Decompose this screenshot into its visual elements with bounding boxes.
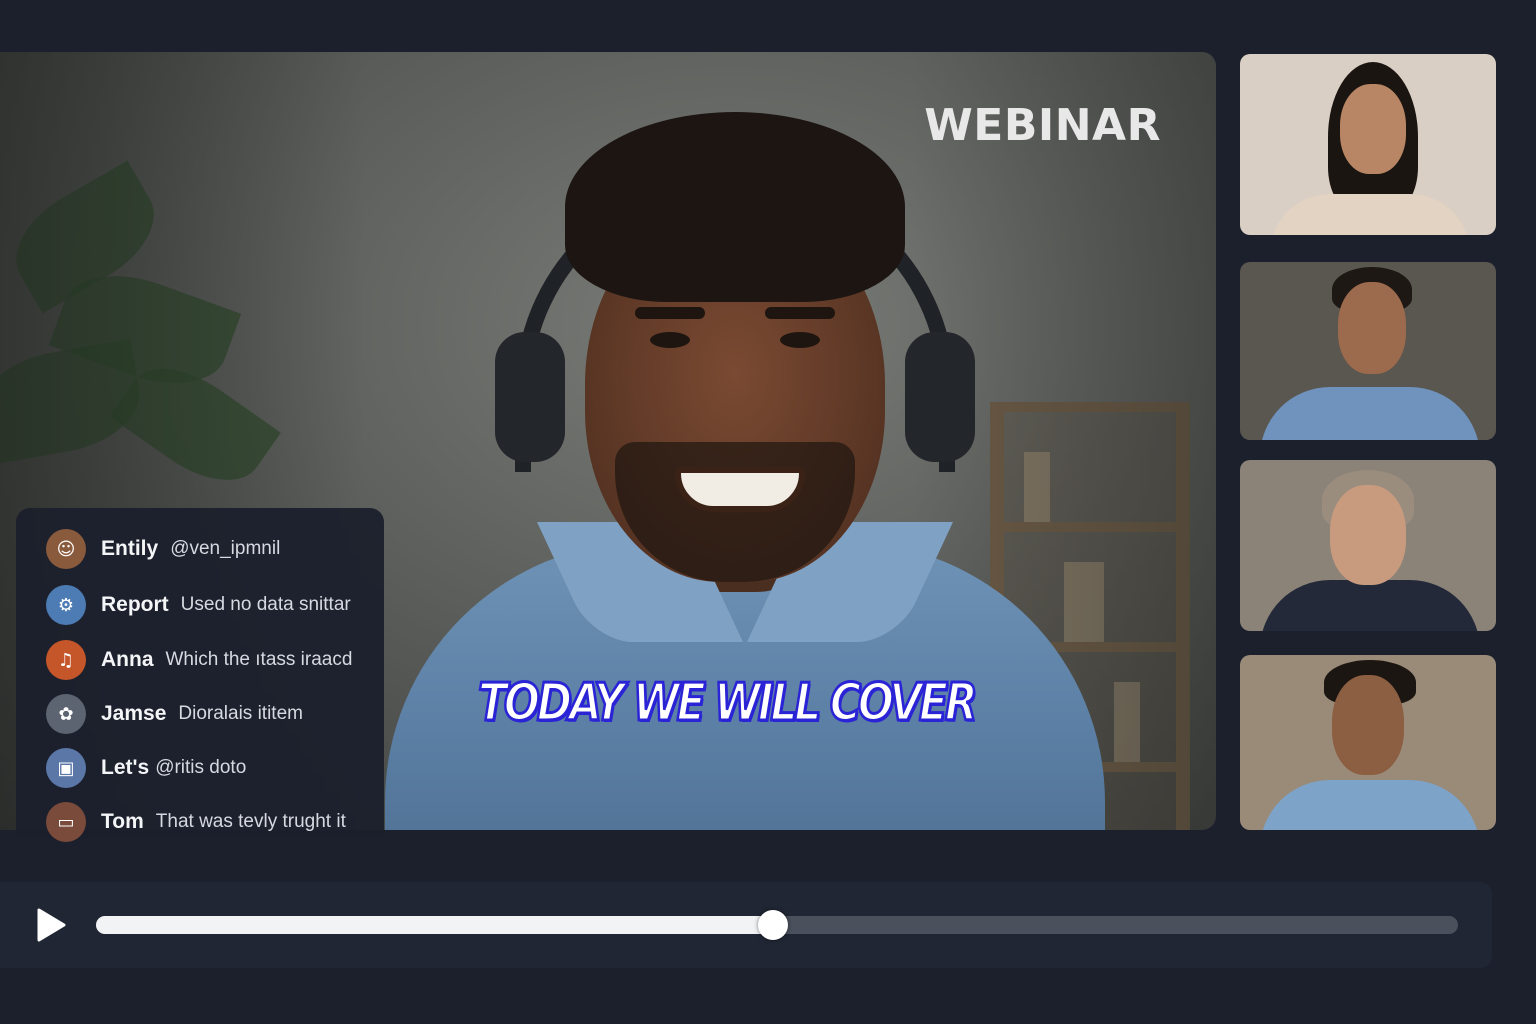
chat-text: Which the ıtass iraacd: [165, 649, 353, 670]
chat-text: Dioralais ititem: [178, 703, 303, 724]
webinar-label: WEBINAR: [924, 100, 1161, 151]
webinar-player: WEBINAR TODAY WE WILL COVER ☺ Entily @ve…: [0, 0, 1536, 1024]
avatar: ♫: [46, 640, 86, 680]
avatar: ▭: [46, 802, 86, 842]
chat-text: Used no data snittar: [180, 594, 351, 615]
participant-tile[interactable]: [1240, 460, 1496, 631]
progress-bar[interactable]: [96, 910, 1458, 940]
participant-tile[interactable]: [1240, 54, 1496, 235]
chat-text: @ritis doto: [155, 757, 247, 778]
playback-controls: [0, 882, 1492, 968]
play-icon[interactable]: [30, 904, 72, 946]
chat-message: ⚙ Report Used no data snittar: [46, 583, 386, 627]
chat-author: Entily: [101, 537, 159, 560]
chat-message: ▣ Let's @ritis doto: [46, 746, 386, 790]
chat-message: ✿ Jamse Dioralais ititem: [46, 692, 386, 736]
participant-tile[interactable]: [1240, 262, 1496, 440]
chat-text: @ven_ipmnil: [170, 538, 281, 559]
progress-fill: [96, 916, 773, 934]
avatar: ▣: [46, 748, 86, 788]
scrubber-handle[interactable]: [757, 910, 788, 940]
chat-panel: ☺ Entily @ven_ipmnil ⚙ Report Used no da…: [16, 508, 386, 842]
avatar: ⚙: [46, 585, 86, 625]
chat-text: That was tevly trught it: [155, 811, 346, 832]
chat-author: Jamse: [101, 702, 167, 725]
chat-message: ▭ Tom That was tevly trught it: [46, 800, 386, 844]
caption-text: TODAY WE WILL COVER: [477, 672, 979, 735]
chat-author: Let's: [101, 756, 150, 779]
avatar: ✿: [46, 694, 86, 734]
avatar: ☺: [46, 529, 86, 569]
chat-author: Report: [101, 593, 169, 616]
chat-author: Anna: [101, 648, 154, 671]
participant-tile[interactable]: [1240, 655, 1496, 830]
chat-message: ☺ Entily @ven_ipmnil: [46, 527, 386, 571]
chat-author: Tom: [101, 810, 144, 833]
chat-message: ♫ Anna Which the ıtass iraacd: [46, 638, 386, 682]
